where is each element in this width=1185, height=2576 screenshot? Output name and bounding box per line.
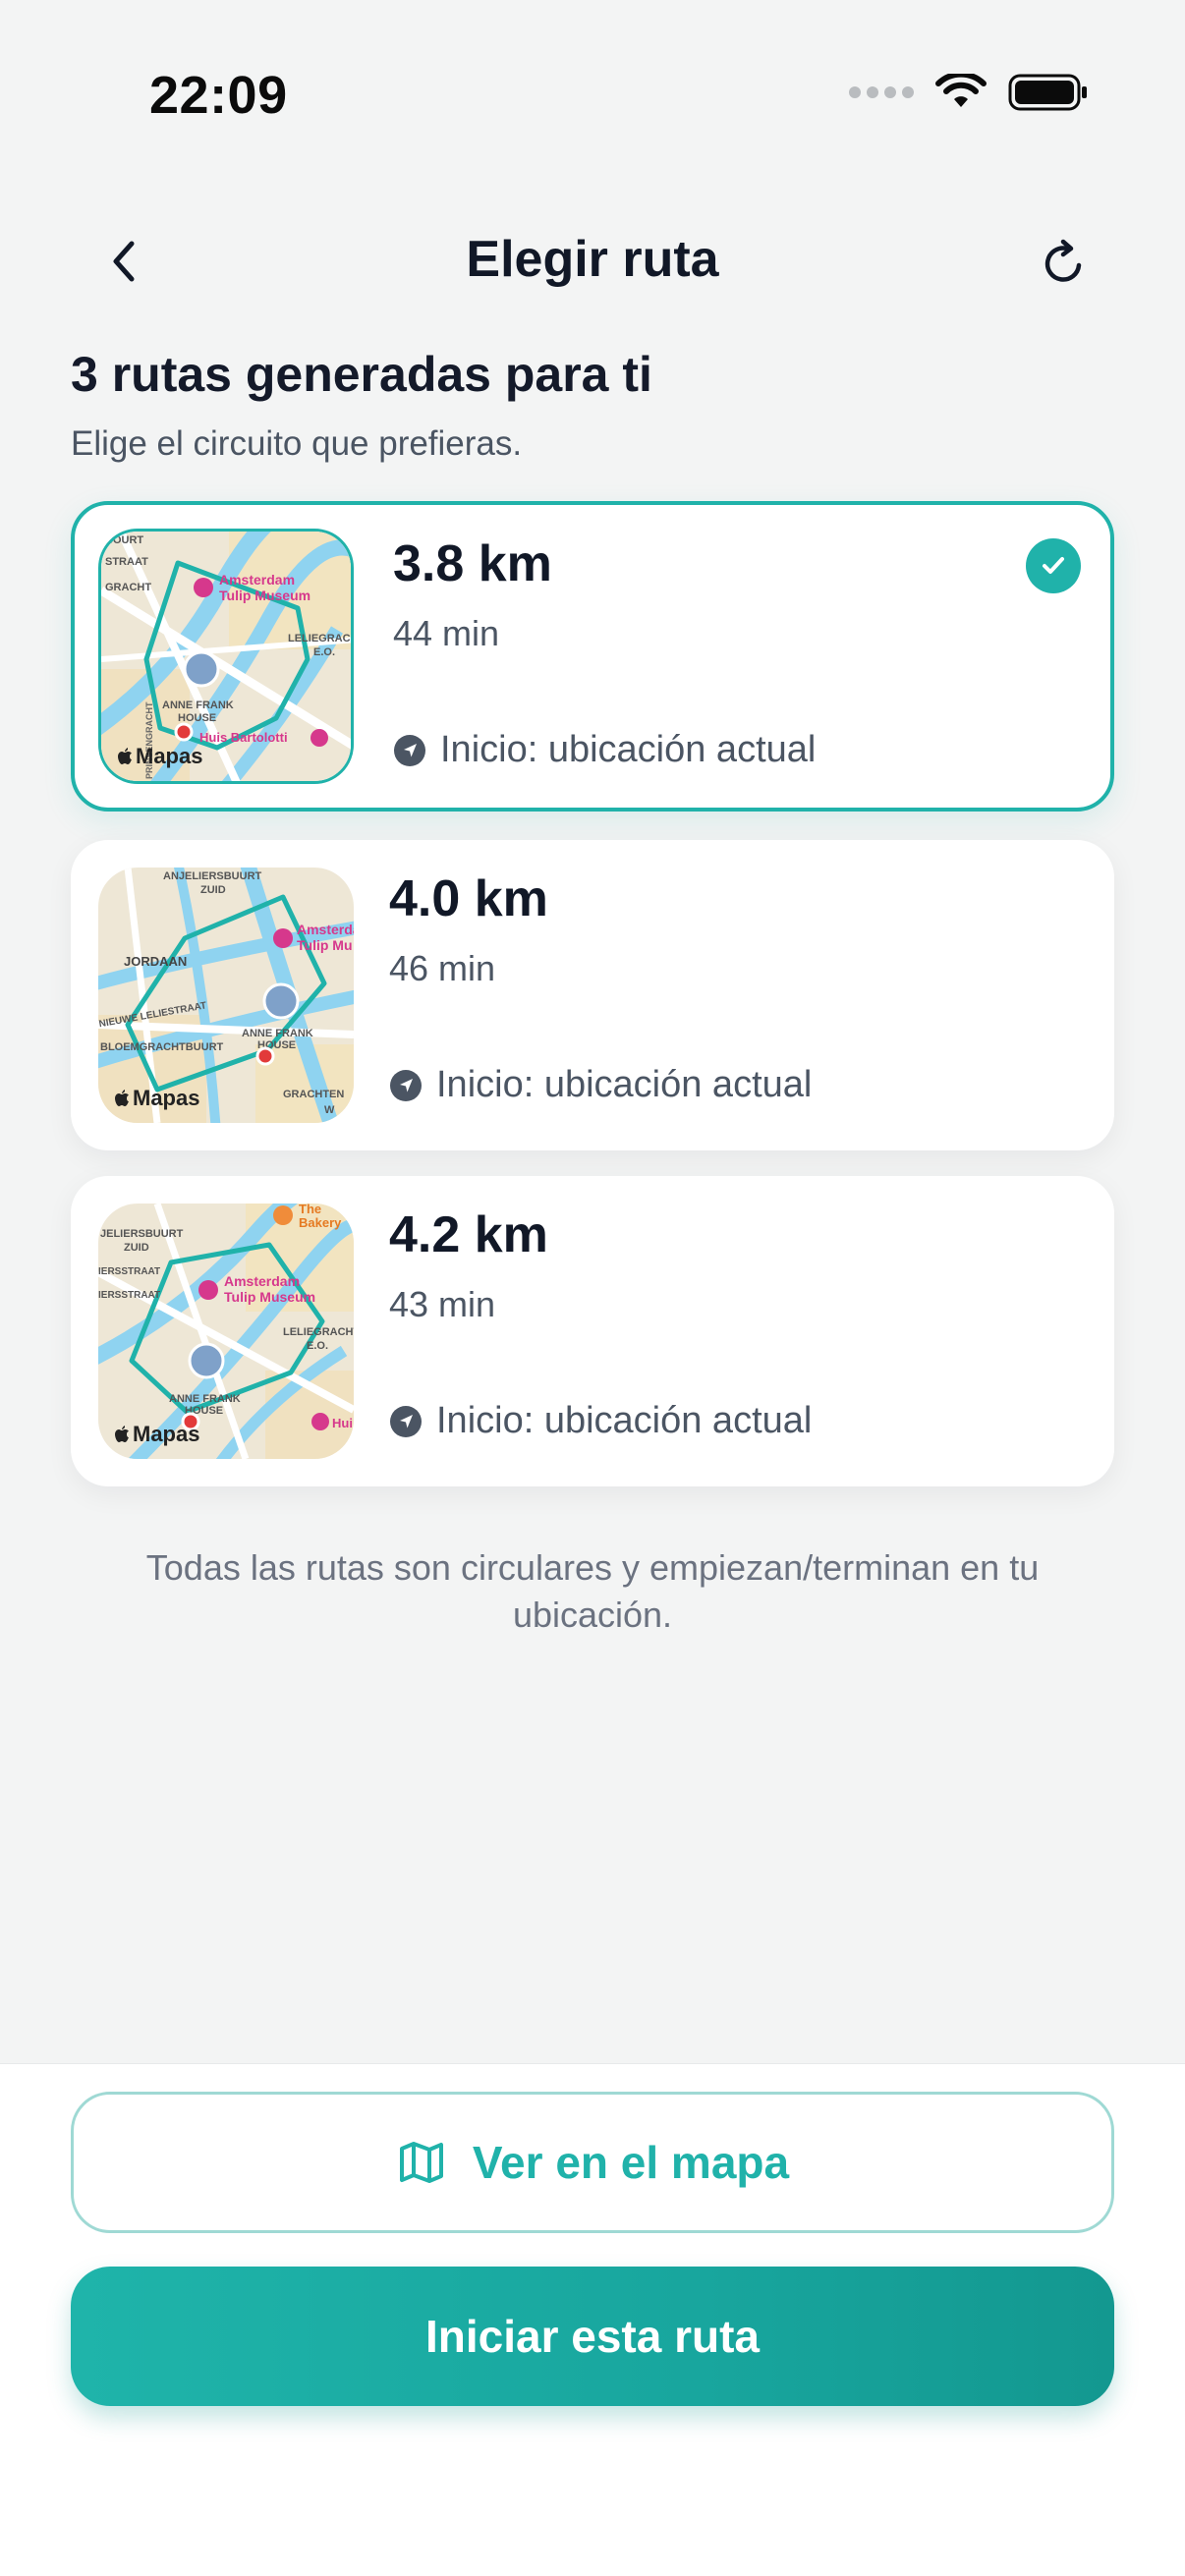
- map-label: LELIEGRACHT: [288, 633, 354, 644]
- map-label: BOURT: [105, 534, 143, 546]
- page-title: Elegir ruta: [466, 231, 719, 288]
- section-subtitle: Elige el circuito que prefieras.: [71, 424, 523, 463]
- map-label: E.O.: [313, 646, 335, 658]
- map-label: E.O.: [307, 1340, 328, 1352]
- battery-icon: [1008, 74, 1087, 111]
- route-start-label: Inicio: ubicación actual: [436, 1400, 813, 1441]
- map-attribution: Mapas: [114, 1086, 199, 1111]
- map-attribution: Mapas: [114, 1422, 199, 1447]
- route-map-thumbnail: ANJELIERSBUURT ZUID JORDAAN NIEUWE LELIE…: [98, 868, 354, 1123]
- map-label: IERSSTRAAT: [98, 1266, 160, 1277]
- selected-check-icon: [1026, 538, 1081, 593]
- status-bar: 22:09: [0, 0, 1185, 187]
- route-start: Inicio: ubicación actual: [393, 729, 816, 771]
- map-label: LELIEGRACHT: [283, 1326, 354, 1338]
- map-label: W: [324, 1104, 335, 1116]
- route-start-label: Inicio: ubicación actual: [436, 1064, 813, 1105]
- routes-footnote: Todas las rutas son circulares y empieza…: [145, 1547, 1040, 1635]
- route-map-thumbnail: JELIERSBUURT ZUID IERSSTRAAT IERSSTRAAT …: [98, 1204, 354, 1459]
- start-route-label: Iniciar esta ruta: [424, 2311, 761, 2362]
- map-label: GRACHT: [105, 582, 151, 593]
- map-label: HOUSE: [178, 712, 216, 724]
- bottom-action-bar: Ver en el mapa Iniciar esta ruta: [0, 2063, 1185, 2576]
- route-card-2[interactable]: ANJELIERSBUURT ZUID JORDAAN NIEUWE LELIE…: [71, 840, 1114, 1150]
- map-label: ZUID: [124, 1242, 149, 1254]
- status-icons: [849, 73, 1089, 112]
- map-brand-label: Mapas: [133, 1422, 200, 1446]
- map-label: Bakery: [299, 1215, 342, 1230]
- view-on-map-label: Ver en el mapa: [472, 2137, 790, 2188]
- map-label: GRACHTEN: [283, 1089, 344, 1100]
- map-label: Huis Bartolotti: [199, 730, 288, 745]
- location-arrow-icon: [394, 734, 425, 766]
- location-arrow-icon: [390, 1405, 422, 1437]
- start-route-button[interactable]: Iniciar esta ruta: [71, 2267, 1114, 2406]
- refresh-icon: [1044, 239, 1082, 282]
- route-distance: 3.8 km: [393, 535, 552, 592]
- apple-logo-icon: [115, 1090, 129, 1106]
- map-label: ANNE FRANK: [169, 1393, 241, 1405]
- map-label: Tulip Museum: [224, 1289, 315, 1305]
- map-icon: [399, 2142, 443, 2183]
- map-label: Hui: [332, 1416, 353, 1430]
- route-card-3[interactable]: JELIERSBUURT ZUID IERSSTRAAT IERSSTRAAT …: [71, 1176, 1114, 1486]
- cellular-signal-icon: [849, 86, 914, 98]
- map-label: Amsterdam: [297, 922, 354, 937]
- map-label: Tulip Mu: [297, 937, 353, 953]
- map-brand-label: Mapas: [133, 1086, 200, 1110]
- route-duration: 46 min: [389, 948, 496, 988]
- map-label: ZUID: [200, 884, 226, 896]
- map-label: ANJELIERSBUURT: [163, 870, 262, 882]
- route-duration: 44 min: [393, 613, 500, 653]
- map-label: ANNE FRANK: [162, 700, 234, 711]
- map-label: ANNE FRANK: [242, 1028, 313, 1039]
- map-label: JORDAAN: [124, 954, 187, 969]
- location-arrow-icon: [390, 1069, 422, 1101]
- map-label: IERSSTRAAT: [98, 1290, 160, 1301]
- map-label: Amsterdam: [219, 572, 295, 588]
- route-start: Inicio: ubicación actual: [389, 1400, 812, 1442]
- route-start-label: Inicio: ubicación actual: [440, 729, 817, 770]
- apple-logo-icon: [118, 748, 132, 764]
- apple-logo-icon: [115, 1426, 129, 1442]
- route-map-thumbnail: BOURT STRAAT GRACHT Amsterdam Tulip Muse…: [98, 529, 354, 784]
- view-on-map-button[interactable]: Ver en el mapa: [71, 2092, 1114, 2233]
- map-brand-label: Mapas: [136, 744, 203, 768]
- route-distance: 4.2 km: [389, 1206, 548, 1263]
- map-label: STRAAT: [105, 556, 148, 568]
- map-attribution: Mapas: [117, 744, 202, 769]
- header: Elegir ruta: [0, 216, 1185, 305]
- map-label: BLOEMGRACHTBUURT: [100, 1041, 224, 1053]
- route-distance: 4.0 km: [389, 870, 548, 927]
- route-card-1[interactable]: BOURT STRAAT GRACHT Amsterdam Tulip Muse…: [71, 501, 1114, 812]
- map-label: Amsterdam: [224, 1273, 300, 1289]
- route-duration: 43 min: [389, 1284, 496, 1324]
- map-label: JELIERSBUURT: [100, 1228, 184, 1240]
- section-title: 3 rutas generadas para ti: [71, 347, 652, 402]
- route-start: Inicio: ubicación actual: [389, 1064, 812, 1106]
- status-time: 22:09: [149, 66, 288, 125]
- refresh-button[interactable]: [1032, 232, 1095, 295]
- wifi-icon: [935, 74, 987, 107]
- map-label: Tulip Museum: [219, 588, 310, 603]
